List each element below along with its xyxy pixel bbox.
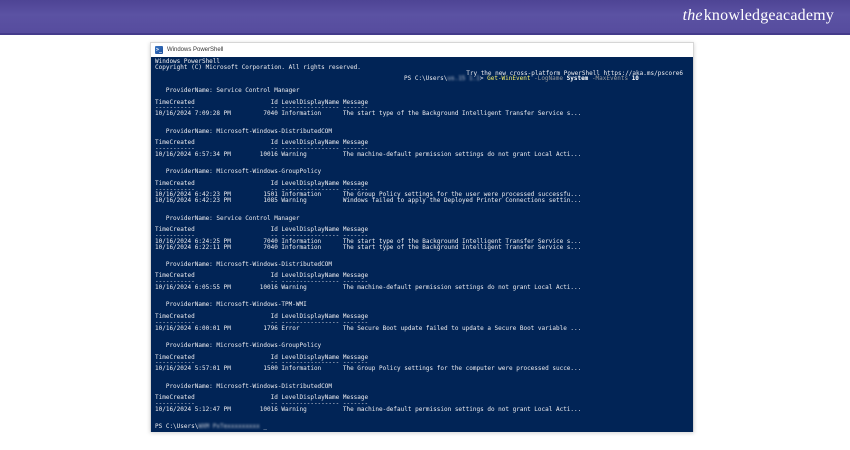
knowledge-academy-logo: theknowledgeacademy — [683, 7, 834, 25]
console-output-area[interactable]: Windows PowerShell Copyright (C) Microso… — [151, 57, 693, 432]
prompt-prefix: PS C:\Users\ — [404, 75, 448, 83]
window-title: Windows PowerShell — [167, 47, 224, 53]
value-system: System — [566, 75, 589, 83]
param-logname: -LogName — [534, 75, 563, 83]
text-cursor: _ — [263, 423, 268, 431]
event-log-output: ProviderName: Service Control Manager Ti… — [155, 88, 689, 424]
command-name: Get-WinEvent — [487, 75, 531, 83]
param-maxevents: -MaxEvents — [591, 75, 629, 83]
powershell-icon: >_ — [155, 46, 163, 54]
brand-header: theknowledgeacademy — [0, 0, 850, 35]
value-maxevents: 10 — [631, 75, 639, 83]
window-titlebar[interactable]: >_ Windows PowerShell — [151, 43, 693, 57]
final-redacted-path: WXM PxTexxxxxxxxx — [198, 423, 260, 431]
final-prompt-prefix: PS C:\Users\ — [155, 423, 199, 431]
powershell-window: >_ Windows PowerShell Windows PowerShell… — [150, 42, 694, 432]
redacted-username: us.15 1.1 — [447, 75, 480, 83]
logo-the: the — [682, 7, 703, 24]
logo-rest: knowledgeacademy — [703, 7, 834, 24]
final-prompt-line[interactable]: PS C:\Users\WXM PxTexxxxxxxxx _ — [155, 424, 689, 430]
